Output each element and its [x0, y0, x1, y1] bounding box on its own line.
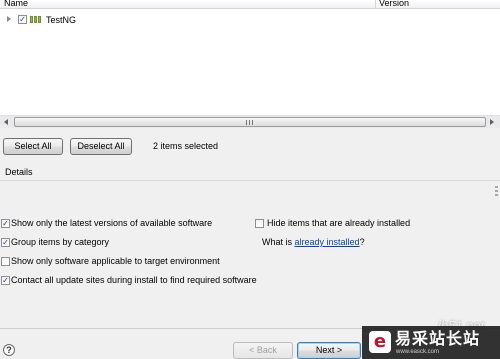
grip-icon: [246, 120, 255, 125]
selection-count: 2 items selected: [153, 141, 219, 151]
scroll-left-icon[interactable]: [4, 119, 8, 125]
tree-column-header: Name Version: [0, 0, 500, 9]
select-all-label: Select All: [14, 141, 52, 151]
scrollbar-thumb[interactable]: [14, 117, 486, 127]
select-all-button[interactable]: Select All: [3, 138, 63, 155]
latest-versions-label[interactable]: Show only the latest versions of availab…: [11, 218, 212, 229]
column-header-name[interactable]: Name: [4, 0, 28, 9]
target-environment-checkbox[interactable]: [1, 257, 10, 266]
row-checkbox[interactable]: ✓: [18, 15, 27, 24]
checkmark-icon: ✓: [2, 276, 9, 285]
software-tree[interactable]: Name Version ✓ TestNG: [0, 0, 500, 128]
contact-update-sites-label[interactable]: Contact all update sites during install …: [11, 275, 257, 286]
what-is-suffix: ?: [359, 237, 365, 247]
group-by-category-checkbox[interactable]: ✓: [1, 238, 10, 247]
target-environment-label[interactable]: Show only software applicable to target …: [11, 256, 220, 267]
watermark-site-url: www.easck.com: [396, 349, 440, 355]
sash-grip-icon[interactable]: [495, 186, 498, 197]
column-header-version[interactable]: Version: [379, 0, 409, 9]
chevron-right-icon[interactable]: [7, 16, 11, 22]
next-label: Next >: [315, 345, 343, 355]
horizontal-scrollbar[interactable]: [0, 115, 500, 128]
already-installed-question: What is already installed?: [262, 237, 365, 248]
hide-installed-label[interactable]: Hide items that are already installed: [267, 218, 410, 229]
back-label: < Back: [249, 345, 277, 355]
next-button[interactable]: Next >: [297, 342, 361, 359]
checkmark-icon: ✓: [2, 219, 9, 228]
help-icon[interactable]: ?: [3, 344, 15, 356]
watermark-site-name: 易采站长站: [395, 329, 481, 348]
scroll-right-icon[interactable]: [490, 119, 494, 125]
what-is-prefix: What is: [262, 237, 295, 247]
hide-installed-checkbox[interactable]: [255, 219, 264, 228]
checkmark-icon: ✓: [2, 238, 9, 247]
watermark-logo-icon: e: [369, 331, 391, 353]
details-heading: Details: [5, 167, 33, 177]
details-divider: [0, 180, 500, 181]
tree-row-label: TestNG: [46, 15, 77, 25]
deselect-all-button[interactable]: Deselect All: [70, 138, 132, 155]
deselect-all-label: Deselect All: [77, 141, 125, 151]
contact-update-sites-checkbox[interactable]: ✓: [1, 276, 10, 285]
back-button[interactable]: < Back: [233, 342, 293, 359]
group-by-category-label[interactable]: Group items by category: [11, 237, 109, 248]
tree-row[interactable]: ✓ TestNG: [0, 12, 500, 28]
feature-group-icon: [30, 16, 41, 23]
already-installed-link[interactable]: already installed: [295, 237, 360, 247]
latest-versions-checkbox[interactable]: ✓: [1, 219, 10, 228]
column-divider[interactable]: [375, 0, 376, 9]
checkmark-icon: ✓: [19, 15, 26, 24]
